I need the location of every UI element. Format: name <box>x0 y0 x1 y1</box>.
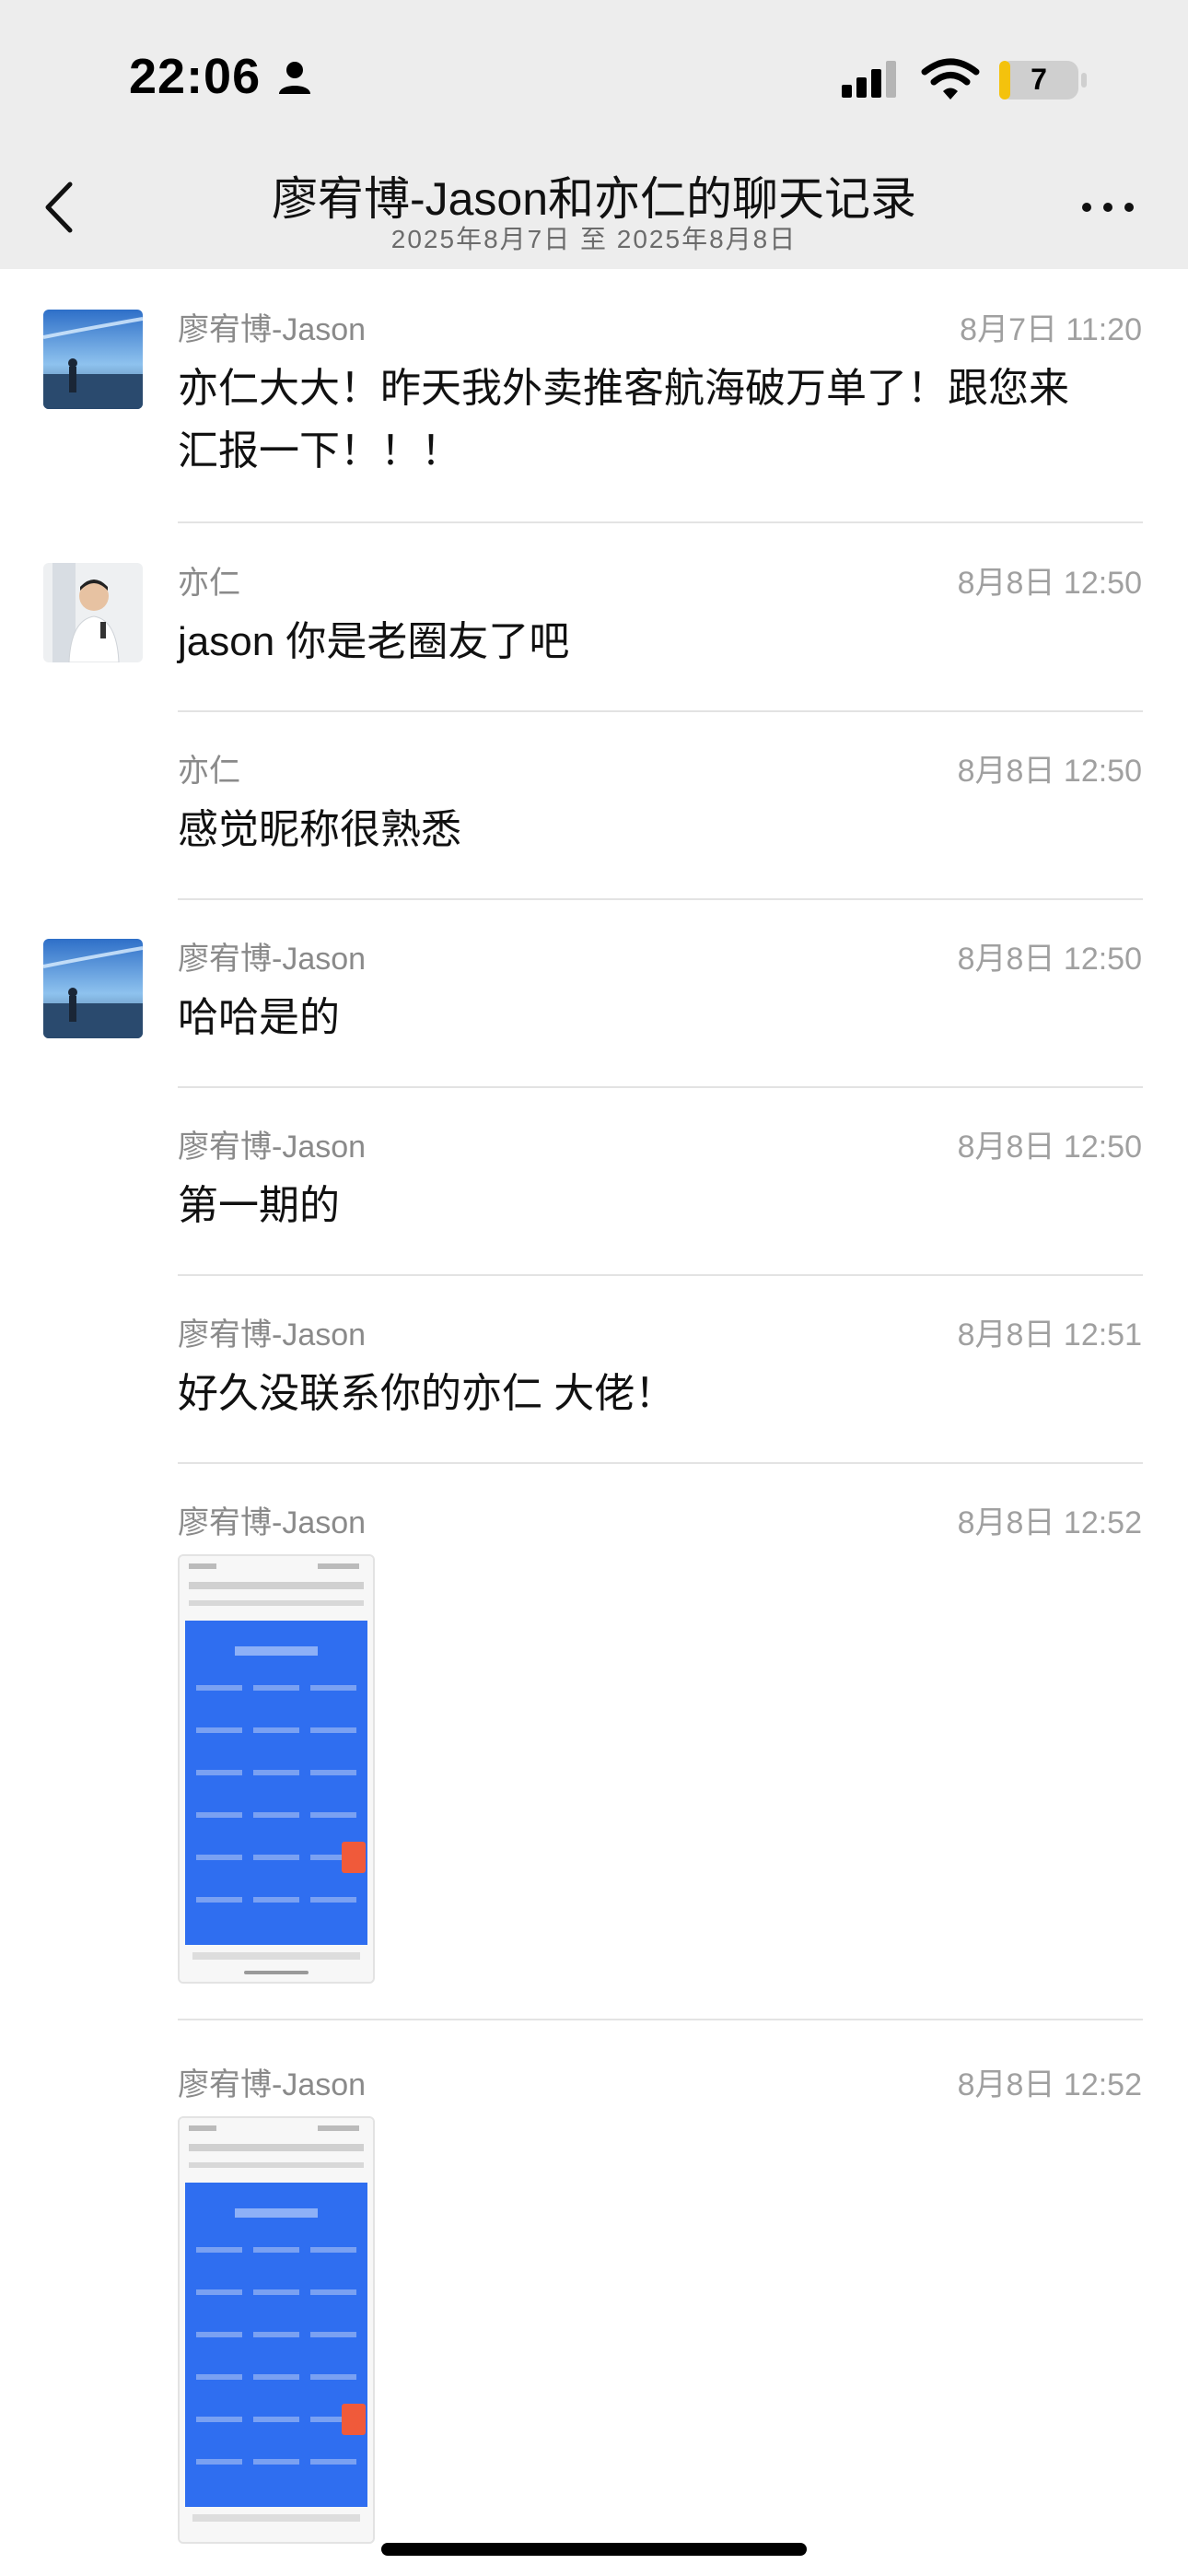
avatar-yiren[interactable] <box>43 563 143 662</box>
message-time: 8月8日 12:52 <box>957 1505 1142 1540</box>
message-text: 感觉昵称很熟悉 <box>178 807 461 852</box>
message-text: 哈哈是的 <box>178 995 340 1040</box>
sender-name: 廖宥博-Jason <box>178 1505 367 1540</box>
sender-name: 亦仁 <box>178 566 240 601</box>
sender-name: 亦仁 <box>178 754 240 789</box>
message-text: jason 你是老圈友了吧 <box>178 619 570 664</box>
signal-icon <box>842 61 896 98</box>
divider <box>178 898 1143 900</box>
message-text: 好久没联系你的亦仁 大佬！ <box>178 1371 676 1416</box>
message-text-line: 汇报一下！！！ <box>178 428 461 474</box>
message-time: 8月8日 12:52 <box>957 2067 1142 2102</box>
avatar-jason[interactable] <box>43 939 143 1038</box>
header-bar: 22:06 7 廖宥博-Jason和亦仁的聊天记录 2025年8月7日 至 20… <box>0 0 1188 269</box>
message-text: 亦仁大大！昨天我外卖推客航海破万单了！跟您来 汇报一下！！！ <box>178 357 1145 483</box>
divider <box>178 521 1143 523</box>
sender-name: 廖宥博-Jason <box>178 2067 367 2102</box>
divider <box>178 710 1143 712</box>
home-indicator[interactable] <box>381 2543 807 2556</box>
message-time: 8月8日 12:50 <box>957 566 1142 601</box>
battery-level: 7 <box>1031 63 1047 96</box>
sender-name: 廖宥博-Jason <box>178 312 367 347</box>
status-time: 22:06 <box>129 49 262 104</box>
sender-name: 廖宥博-Jason <box>178 942 367 977</box>
message-time: 8月8日 12:51 <box>957 1317 1142 1352</box>
divider <box>178 1086 1143 1088</box>
battery-icon: 7 <box>998 59 1089 101</box>
message-time: 8月7日 11:20 <box>960 312 1142 347</box>
more-dots-icon[interactable] <box>1077 193 1142 221</box>
message-text: 第一期的 <box>178 1183 340 1228</box>
divider <box>178 1462 1143 1464</box>
image-thumbnail[interactable] <box>178 1554 375 1984</box>
sender-name: 廖宥博-Jason <box>178 1317 367 1352</box>
divider <box>178 1274 1143 1276</box>
sender-name: 廖宥博-Jason <box>178 1130 367 1165</box>
avatar-jason[interactable] <box>43 310 143 409</box>
message-time: 8月8日 12:50 <box>957 942 1142 977</box>
person-icon <box>279 62 310 94</box>
message-time: 8月8日 12:50 <box>957 754 1142 789</box>
date-range: 2025年8月7日 至 2025年8月8日 <box>390 225 798 253</box>
message-text-line: 亦仁大大！昨天我外卖推客航海破万单了！跟您来 <box>178 366 1069 411</box>
image-thumbnail[interactable] <box>178 2116 375 2544</box>
message-time: 8月8日 12:50 <box>957 1130 1142 1165</box>
wifi-icon <box>921 58 980 100</box>
divider <box>178 2019 1143 2020</box>
